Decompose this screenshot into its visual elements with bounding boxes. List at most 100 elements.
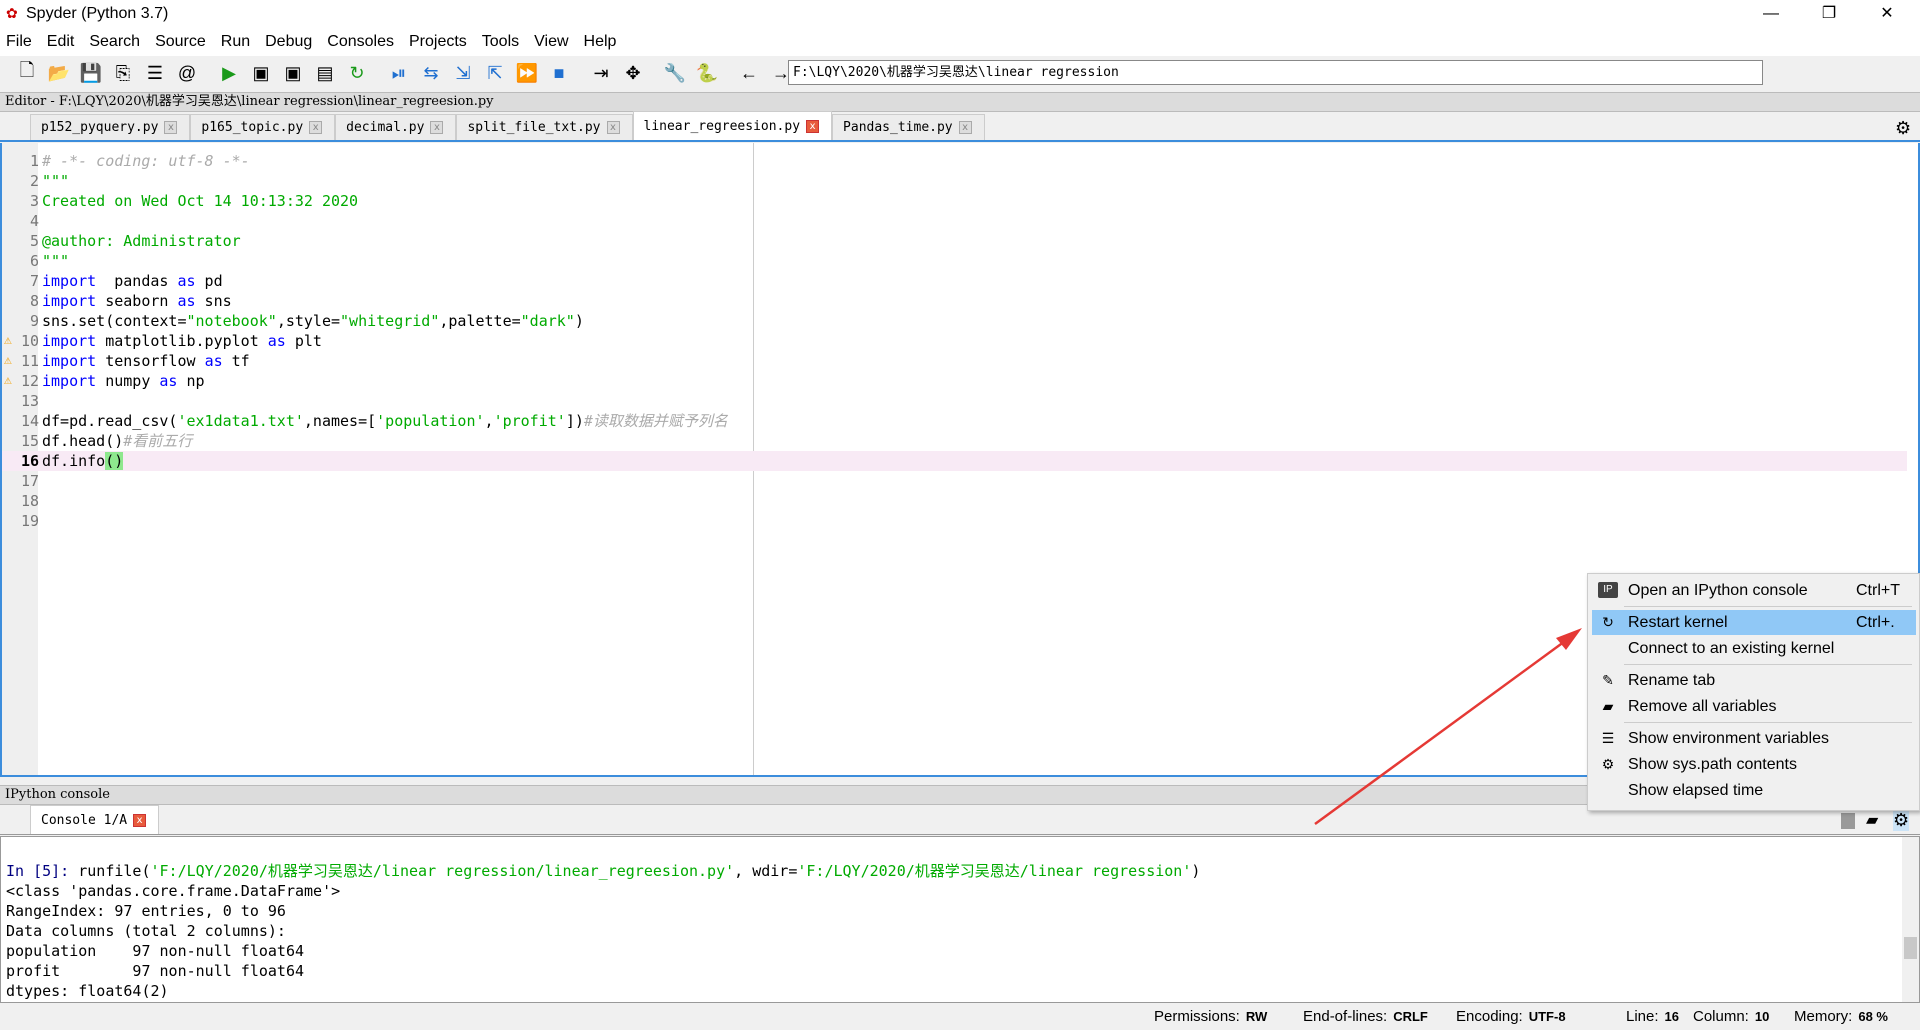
tab-linear-regreesion-py[interactable]: linear_regreesion.py x [632,111,833,140]
code-line: 17 [2,471,1907,491]
close-tab-icon[interactable]: x [164,121,178,134]
code-token: ,names=[ [303,412,377,430]
save-all-icon[interactable]: ⎘ [110,60,136,86]
menu-tools[interactable]: Tools [482,33,519,51]
pencil-icon: ✎ [1602,672,1614,688]
step-icon[interactable]: ⇆ [418,60,444,86]
stop-icon[interactable]: ■ [546,60,572,86]
continue-icon[interactable]: ⏩ [514,60,540,86]
scrollbar-thumb[interactable] [1904,937,1917,959]
python-path-icon[interactable]: 🐍 [694,60,720,86]
tab-p165-topic-py[interactable]: p165_topic.py x [190,114,336,140]
at-icon[interactable]: @ [174,60,200,86]
outline-icon[interactable]: ☰ [142,60,168,86]
close-tab-icon[interactable]: x [430,121,444,134]
debug-icon[interactable]: ⏯ [386,60,412,86]
back-icon[interactable]: ← [736,60,762,86]
menu-debug[interactable]: Debug [265,33,312,51]
menu-item-open-an-ipython-console[interactable]: IP Open an IPython console Ctrl+T [1592,578,1916,603]
code-token: ,style= [276,312,341,330]
save-icon[interactable]: 💾 [78,60,104,86]
tab-pandas-time-py[interactable]: Pandas_time.py x [832,114,985,140]
line-number: 17 [20,472,39,490]
code-text: import pandas as pd [42,271,223,291]
run-icon[interactable]: ▶ [216,60,242,86]
code-text: import tensorflow as tf [42,351,250,371]
window-title: Spyder (Python 3.7) [26,5,169,22]
rerun-icon[interactable]: ↻ [344,60,370,86]
code-token: as [267,332,286,350]
code-token: import [42,272,97,290]
close-tab-icon[interactable]: x [806,119,820,133]
code-token: as [204,352,223,370]
menu-item-show-elapsed-time[interactable]: Show elapsed time [1592,778,1916,803]
menu-item-label: Show environment variables [1628,730,1829,747]
fullscreen-icon[interactable]: ✥ [620,60,646,86]
minimize-button[interactable]: — [1743,0,1799,28]
tab-label: split_file_txt.py [467,120,601,135]
preferences-icon[interactable]: 🔧 [662,60,688,86]
close-tab-icon[interactable]: x [958,121,972,134]
run-cell-advance-icon[interactable]: ▣ [280,60,306,86]
console-output[interactable]: In [5]: runfile('F:/LQY/2020/机器学习吴恩达/lin… [0,836,1920,1003]
menu-item-restart-kernel[interactable]: ↻ Restart kernel Ctrl+. [1592,610,1916,635]
code-token: plt [285,332,322,350]
menu-edit[interactable]: Edit [47,33,75,51]
menu-source[interactable]: Source [155,33,206,51]
eraser-icon[interactable]: ▰ [1866,810,1878,830]
gears-icon: ⚙ [1601,756,1615,772]
menu-file[interactable]: File [6,33,32,51]
menu-item-connect-to-an-existing-kernel[interactable]: Connect to an existing kernel [1592,636,1916,661]
console-input-line: In [5]: runfile('F:/LQY/2020/机器学习吴恩达/lin… [6,862,1201,880]
menu-item-show-sys-path-contents[interactable]: ⚙ Show sys.path contents [1592,752,1916,777]
menu-view[interactable]: View [534,33,568,51]
menu-run[interactable]: Run [221,33,250,51]
tab-decimal-py[interactable]: decimal.py x [335,114,457,140]
menu-search[interactable]: Search [89,33,140,51]
code-token: "dark" [520,312,575,330]
menu-item-label: Show sys.path contents [1628,756,1797,773]
menu-help[interactable]: Help [584,33,617,51]
console-options-gear-icon[interactable]: ⚙ [1893,810,1910,831]
new-file-icon[interactable]: 🗋 [14,60,40,86]
menu-item-show-environment-variables[interactable]: ☰ Show environment variables [1592,726,1916,751]
close-tab-icon[interactable]: x [606,121,620,134]
step-return-icon[interactable]: ⇱ [482,60,508,86]
menu-projects[interactable]: Projects [409,33,467,51]
working-directory-input[interactable]: F:\LQY\2020\机器学习吴恩达\linear regression [788,60,1763,85]
editor-options-gear-icon[interactable]: ⚙ [1895,118,1911,139]
tab-p152-pyquery-py[interactable]: p152_pyquery.py x [30,114,191,140]
menu-item-remove-all-variables[interactable]: ▰ Remove all variables [1592,694,1916,719]
code-token: ]) [565,412,584,430]
maximize-icon[interactable]: ⇥ [588,60,614,86]
code-text: # -*- coding: utf-8 -*- [42,151,250,171]
menu-consoles[interactable]: Consoles [327,33,394,51]
restart-icon: ↻ [1602,614,1614,630]
run-selection-icon[interactable]: ▤ [312,60,338,86]
menu-item-shortcut: Ctrl+T [1856,582,1900,599]
close-button[interactable]: ✕ [1859,0,1915,28]
close-tab-icon[interactable]: x [309,121,323,134]
interrupt-kernel-icon[interactable] [1841,813,1855,829]
code-token: 'profit' [493,412,566,430]
code-line: 18 [2,491,1907,511]
tab-label: linear_regreesion.py [643,118,801,134]
run-cell-icon[interactable]: ▣ [248,60,274,86]
open-file-icon[interactable]: 📂 [46,60,72,86]
code-token: pandas [96,272,178,290]
tab-split-file-txt-py[interactable]: split_file_txt.py x [456,114,633,140]
restore-button[interactable]: ❐ [1801,0,1857,28]
tab-console-1a[interactable]: Console 1/A x [30,805,160,834]
tab-label: p152_pyquery.py [41,120,159,135]
editor-tabs: p152_pyquery.py x p165_topic.py x decimal.py… [0,111,1920,142]
code-token: matplotlib.pyplot [96,332,268,350]
code-line: 7 import pandas as pd [2,271,1907,291]
step-into-icon[interactable]: ⇲ [450,60,476,86]
console-scrollbar[interactable] [1902,837,1919,1002]
menu-item-rename-tab[interactable]: ✎ Rename tab [1592,668,1916,693]
menu-separator [1624,664,1912,665]
eol-label: End-of-lines: [1303,1008,1388,1025]
line-number: 19 [20,512,39,530]
close-tab-icon[interactable]: x [133,813,147,827]
code-token: as [159,372,178,390]
